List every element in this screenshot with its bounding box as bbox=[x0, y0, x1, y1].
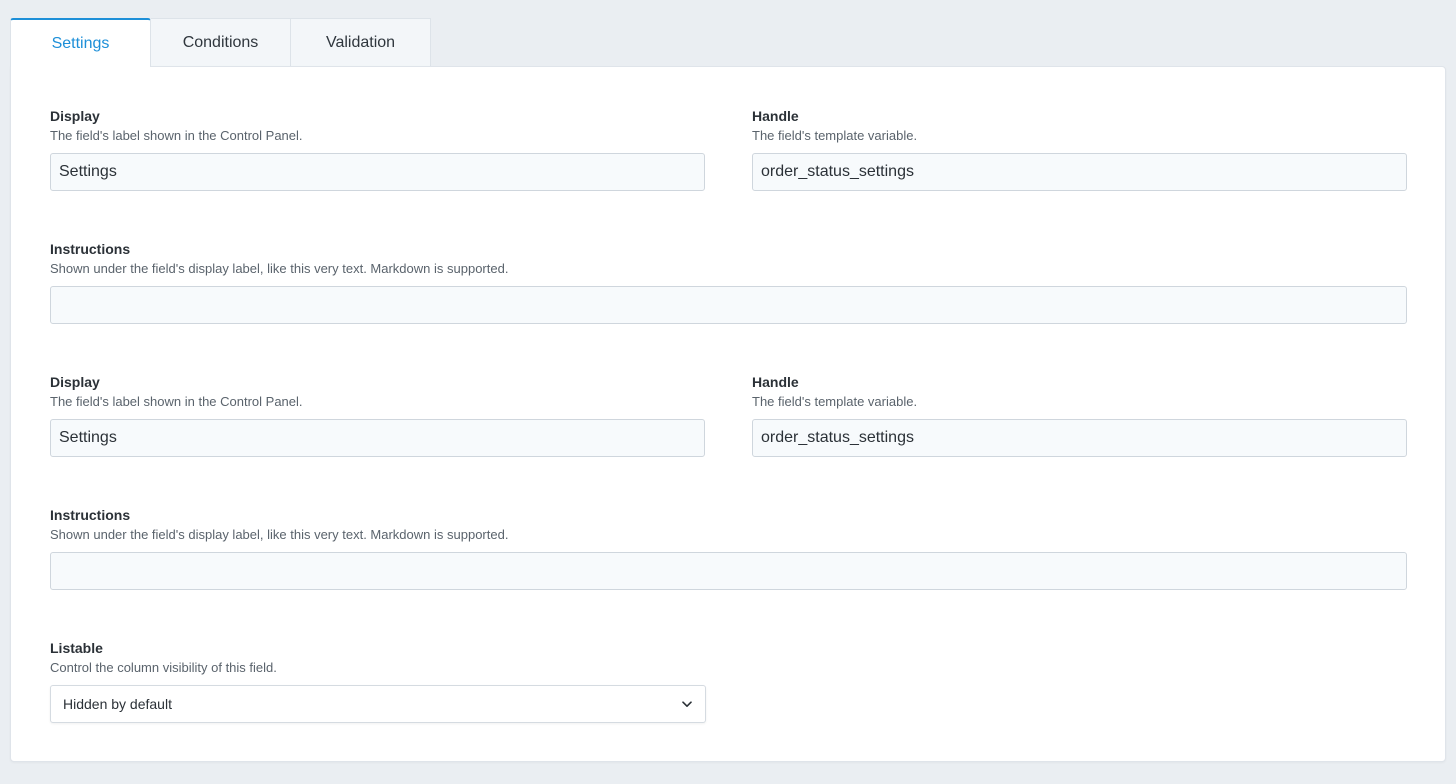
display-help: The field's label shown in the Control P… bbox=[50, 394, 303, 409]
instructions-input[interactable] bbox=[50, 286, 1407, 324]
tab-settings[interactable]: Settings bbox=[10, 18, 151, 67]
settings-panel: Display The field's label shown in the C… bbox=[10, 66, 1446, 762]
handle-field: Handle The field's template variable. or… bbox=[752, 374, 1407, 457]
instructions-help: Shown under the field's display label, l… bbox=[50, 527, 509, 542]
display-input[interactable]: Settings bbox=[50, 419, 705, 457]
handle-help: The field's template variable. bbox=[752, 128, 918, 143]
instructions-field: Instructions Shown under the field's dis… bbox=[50, 507, 1407, 590]
instructions-label: Instructions bbox=[50, 507, 131, 523]
display-help: The field's label shown in the Control P… bbox=[50, 128, 303, 143]
handle-input[interactable]: order_status_settings bbox=[752, 153, 1407, 191]
instructions-help: Shown under the field's display label, l… bbox=[50, 261, 509, 276]
handle-help: The field's template variable. bbox=[752, 394, 918, 409]
tab-validation[interactable]: Validation bbox=[291, 18, 431, 66]
handle-label: Handle bbox=[752, 108, 799, 124]
listable-field: Listable Control the column visibility o… bbox=[50, 640, 706, 723]
display-input[interactable]: Settings bbox=[50, 153, 705, 191]
listable-select[interactable]: Hidden by default bbox=[50, 685, 706, 723]
tab-bar: Settings Conditions Validation bbox=[10, 18, 431, 67]
display-field: Display The field's label shown in the C… bbox=[50, 374, 705, 457]
display-label: Display bbox=[50, 374, 100, 390]
chevron-down-icon bbox=[681, 698, 693, 710]
listable-help: Control the column visibility of this fi… bbox=[50, 660, 277, 675]
tab-conditions[interactable]: Conditions bbox=[151, 18, 291, 66]
listable-selected-value: Hidden by default bbox=[63, 696, 172, 712]
handle-label: Handle bbox=[752, 374, 799, 390]
listable-label: Listable bbox=[50, 640, 103, 656]
handle-field: Handle The field's template variable. or… bbox=[752, 108, 1407, 191]
display-label: Display bbox=[50, 108, 100, 124]
instructions-input[interactable] bbox=[50, 552, 1407, 590]
handle-input[interactable]: order_status_settings bbox=[752, 419, 1407, 457]
instructions-field: Instructions Shown under the field's dis… bbox=[50, 241, 1407, 324]
instructions-label: Instructions bbox=[50, 241, 131, 257]
display-field: Display The field's label shown in the C… bbox=[50, 108, 705, 191]
